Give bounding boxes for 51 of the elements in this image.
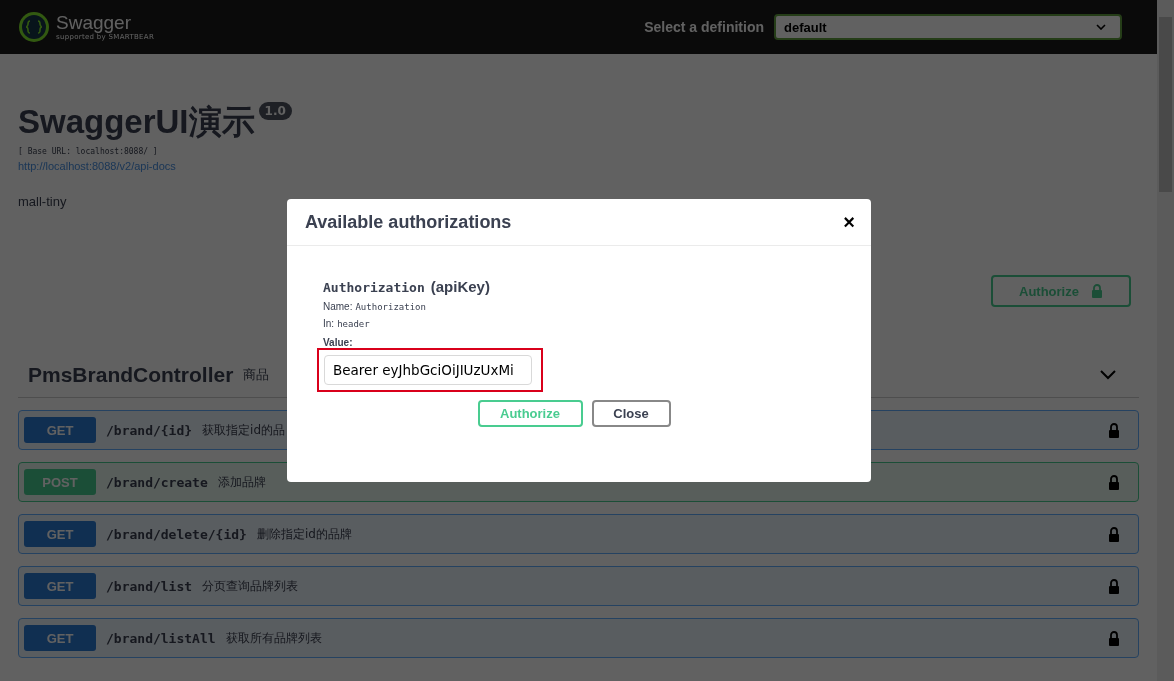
operation-summary: 删除指定id的品牌 (256, 525, 352, 543)
operation-path: /brand/create (106, 474, 208, 490)
value-field[interactable]: Bearer eyJhbGciOiJIUzUxMi (324, 355, 532, 385)
name-value: Authorization (355, 302, 426, 312)
lock-icon[interactable] (1108, 578, 1120, 594)
brand-name: Swagger (56, 12, 132, 34)
method-badge: GET (24, 521, 96, 547)
in-label: In: (323, 318, 335, 329)
dialog-title: Available authorizations (305, 211, 512, 233)
chevron-down-icon (1096, 24, 1106, 30)
method-badge: GET (24, 417, 96, 443)
operation-row[interactable]: GET /brand/listAll 获取所有品牌列表 (18, 618, 1139, 658)
operation-path: /brand/delete/{id} (106, 526, 247, 542)
definition-label: Select a definition (644, 19, 764, 35)
version-badge: 1.0 (258, 102, 292, 120)
scrollbar[interactable] (1157, 0, 1174, 681)
api-description: mall-tiny (18, 194, 68, 209)
api-title: SwaggerUI演示 (18, 102, 255, 142)
method-badge: GET (24, 573, 96, 599)
lock-icon (1090, 284, 1103, 298)
controller-name[interactable]: PmsBrandController (28, 363, 234, 387)
lock-icon[interactable] (1108, 474, 1120, 490)
scheme-type: (apiKey) (430, 278, 490, 295)
close-button[interactable]: × (839, 210, 859, 234)
operation-summary: 获取所有品牌列表 (225, 629, 322, 647)
base-url: [ Base URL: localhost:8088/ ] (18, 147, 159, 156)
api-docs-link[interactable]: http://localhost:8088/v2/api-docs (18, 160, 176, 172)
definition-select[interactable]: default (774, 14, 1122, 40)
operation-row[interactable]: GET /brand/list 分页查询品牌列表 (18, 566, 1139, 606)
method-badge: POST (24, 469, 96, 495)
chevron-down-icon[interactable] (1099, 369, 1117, 381)
in-value: header (337, 319, 370, 329)
close-button[interactable]: Close (591, 400, 671, 427)
lock-icon[interactable] (1108, 422, 1120, 438)
operation-summary: 获取指定id的品 (202, 421, 286, 439)
logo-icon (18, 11, 50, 43)
controller-description: 商品 (243, 366, 270, 384)
lock-icon[interactable] (1108, 630, 1120, 646)
operation-summary: 添加品牌 (217, 473, 266, 491)
operation-row[interactable]: GET /brand/delete/{id} 删除指定id的品牌 (18, 514, 1139, 554)
scheme-name: Authorization (323, 280, 425, 295)
name-label: Name: (323, 301, 353, 312)
authorize-button[interactable]: Authorize (991, 275, 1131, 307)
operation-path: /brand/listAll (106, 630, 216, 646)
operation-path: /brand/list (106, 578, 193, 594)
value-label: Value: (323, 337, 354, 348)
operation-path: /brand/{id} (106, 422, 193, 438)
lock-icon[interactable] (1108, 526, 1120, 542)
operation-summary: 分页查询品牌列表 (202, 577, 299, 595)
method-badge: GET (24, 625, 96, 651)
authorize-button[interactable]: Authorize (477, 400, 583, 427)
